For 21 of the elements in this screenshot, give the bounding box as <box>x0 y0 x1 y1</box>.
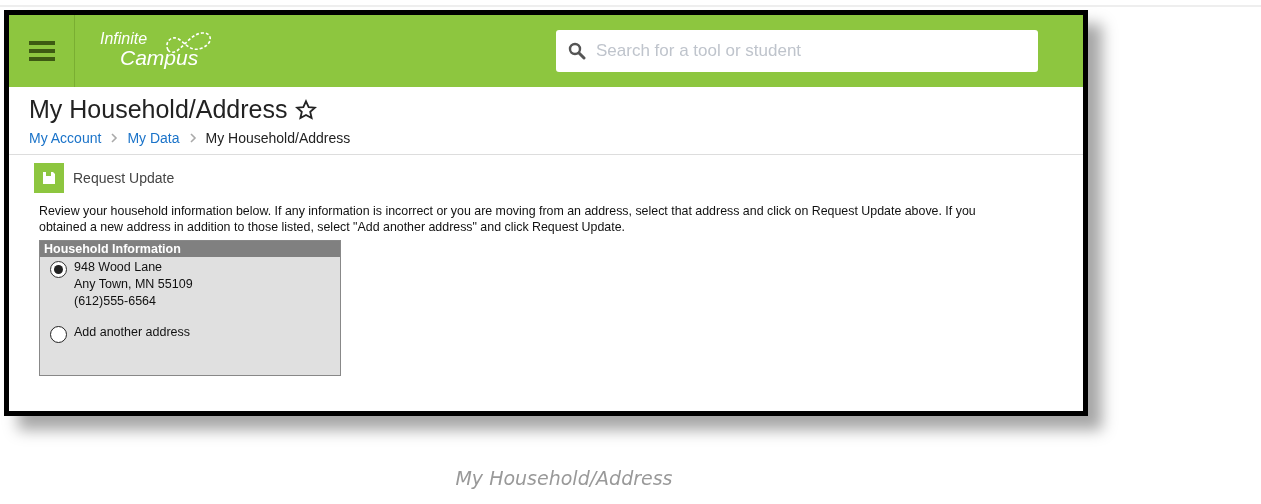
radio-button[interactable] <box>50 261 67 278</box>
menu-icon <box>28 40 55 62</box>
star-icon[interactable] <box>295 98 318 121</box>
page-title: My Household/Address <box>29 95 288 124</box>
search-icon <box>568 42 586 60</box>
option-label: (612)555-6564 <box>74 293 157 310</box>
option-label: Any Town, MN 55109 <box>74 276 193 293</box>
breadcrumb-current: My Household/Address <box>205 130 351 146</box>
chevron-icon <box>188 132 197 144</box>
breadcrumb-link[interactable]: My Account <box>29 130 102 146</box>
logo: Infinite Campus <box>100 28 230 74</box>
search-field[interactable]: Search for a tool or student <box>556 30 1038 72</box>
radio-button[interactable] <box>50 326 67 343</box>
request-update-button[interactable]: Request Update <box>73 170 175 186</box>
chevron-icon <box>110 132 119 144</box>
option-label: 948 Wood Lane <box>74 259 164 276</box>
option-label: Add another address <box>74 324 191 341</box>
breadcrumb-link[interactable]: My Data <box>127 130 180 146</box>
instructions-text: Review your household information below. If any information is incorrect or you are moving from an address, select that address and click on Request Update above. If you obtained a new address in addition to those listed, select "Add another address" and click Request Update. <box>39 203 977 235</box>
panel-heading: Household Information <box>40 241 340 257</box>
figure-caption: My Household/Address <box>454 467 674 489</box>
